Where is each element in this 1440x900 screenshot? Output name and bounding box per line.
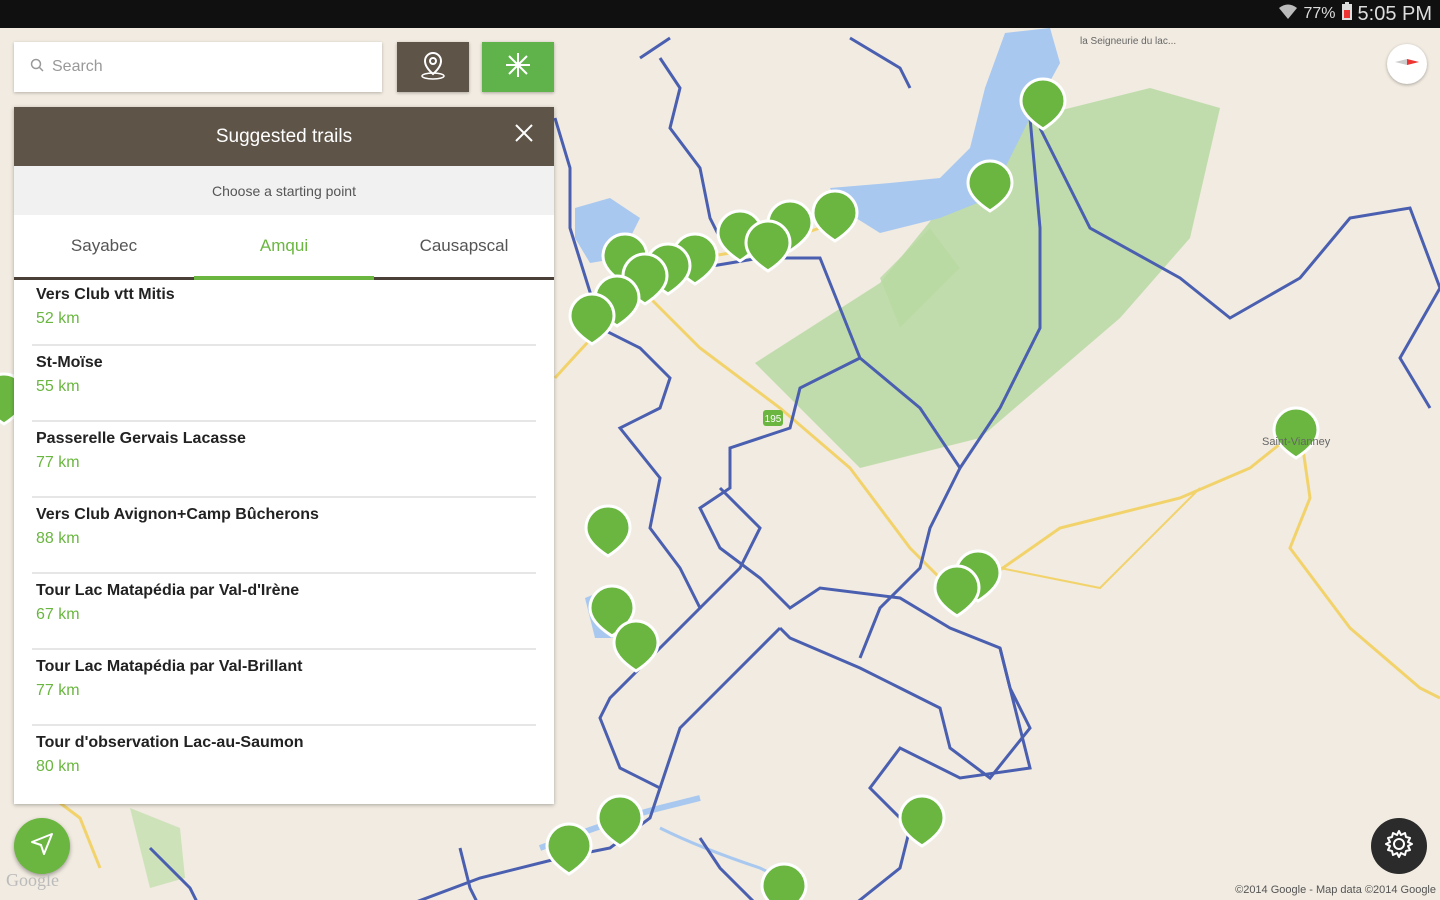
compass-button[interactable] bbox=[1387, 44, 1427, 84]
navigation-arrow-icon bbox=[29, 831, 55, 862]
trail-name: Passerelle Gervais Lacasse bbox=[36, 430, 246, 447]
trail-marker[interactable] bbox=[760, 862, 808, 900]
google-logo: Google bbox=[6, 870, 59, 890]
suggested-trails-button[interactable] bbox=[482, 42, 554, 92]
starting-point-tabs: Sayabec Amqui Causapscal bbox=[14, 215, 554, 280]
trail-distance: 55 km bbox=[36, 378, 80, 395]
trail-name: Vers Club vtt Mitis bbox=[36, 286, 175, 303]
list-item[interactable]: St-Moïse 55 km bbox=[32, 346, 536, 422]
trail-list: Vers Club vtt Mitis 52 km St-Moïse 55 km… bbox=[14, 280, 554, 802]
settings-button[interactable] bbox=[1371, 818, 1427, 874]
list-item[interactable]: Tour d'observation Lac-au-Saumon 80 km bbox=[32, 726, 536, 802]
tab-causapscal[interactable]: Causapscal bbox=[374, 215, 554, 277]
compass-icon bbox=[1395, 55, 1419, 73]
route-number: 195 bbox=[765, 414, 782, 425]
list-item[interactable]: Vers Club Avignon+Camp Bûcherons 88 km bbox=[32, 498, 536, 574]
status-bar: 77% 5:05 PM bbox=[0, 0, 1440, 28]
search-icon bbox=[30, 58, 44, 77]
tab-sayabec[interactable]: Sayabec bbox=[14, 215, 194, 277]
gear-icon bbox=[1382, 827, 1416, 866]
panel-title: Suggested trails bbox=[215, 125, 353, 147]
suggested-trails-panel: Suggested trails Choose a starting point… bbox=[14, 107, 554, 804]
map-copyright: ©2014 Google - Map data ©2014 Google bbox=[1235, 884, 1436, 896]
list-item[interactable]: Vers Club vtt Mitis 52 km bbox=[32, 280, 536, 346]
place-label-saint-vianney: Saint-Vianney bbox=[1262, 436, 1331, 448]
trail-network-icon bbox=[503, 50, 533, 85]
clock: 5:05 PM bbox=[1357, 2, 1432, 25]
trail-distance: 88 km bbox=[36, 530, 80, 547]
list-item[interactable]: Passerelle Gervais Lacasse 77 km bbox=[32, 422, 536, 498]
trail-name: St-Moïse bbox=[36, 354, 103, 371]
battery-icon bbox=[1341, 2, 1352, 26]
location-pin-icon bbox=[419, 50, 447, 85]
trail-name: Tour Lac Matapédia par Val-Brillant bbox=[36, 658, 303, 675]
close-button[interactable] bbox=[510, 122, 538, 150]
close-icon bbox=[514, 123, 534, 149]
trail-distance: 67 km bbox=[36, 606, 80, 623]
list-item[interactable]: Tour Lac Matapédia par Val-d'Irène 67 km bbox=[32, 574, 536, 650]
list-item[interactable]: Tour Lac Matapédia par Val-Brillant 77 k… bbox=[32, 650, 536, 726]
search-input[interactable] bbox=[50, 57, 354, 77]
points-of-interest-button[interactable] bbox=[397, 42, 469, 92]
trail-distance: 80 km bbox=[36, 758, 80, 775]
wifi-icon bbox=[1279, 3, 1298, 26]
trail-name: Tour Lac Matapédia par Val-d'Irène bbox=[36, 582, 300, 599]
trail-distance: 77 km bbox=[36, 454, 80, 471]
panel-header: Suggested trails bbox=[14, 107, 554, 166]
search-bar[interactable] bbox=[14, 42, 382, 92]
trail-distance: 52 km bbox=[36, 310, 80, 327]
tab-amqui[interactable]: Amqui bbox=[194, 215, 374, 280]
battery-percent: 77% bbox=[1303, 5, 1336, 22]
trail-distance: 77 km bbox=[36, 682, 80, 699]
starting-point-prompt: Choose a starting point bbox=[14, 166, 554, 215]
my-location-button[interactable] bbox=[14, 818, 70, 874]
trail-name: Tour d'observation Lac-au-Saumon bbox=[36, 734, 304, 751]
place-label-seigneurie: la Seigneurie du lac... bbox=[1080, 36, 1177, 47]
trail-name: Vers Club Avignon+Camp Bûcherons bbox=[36, 506, 319, 523]
